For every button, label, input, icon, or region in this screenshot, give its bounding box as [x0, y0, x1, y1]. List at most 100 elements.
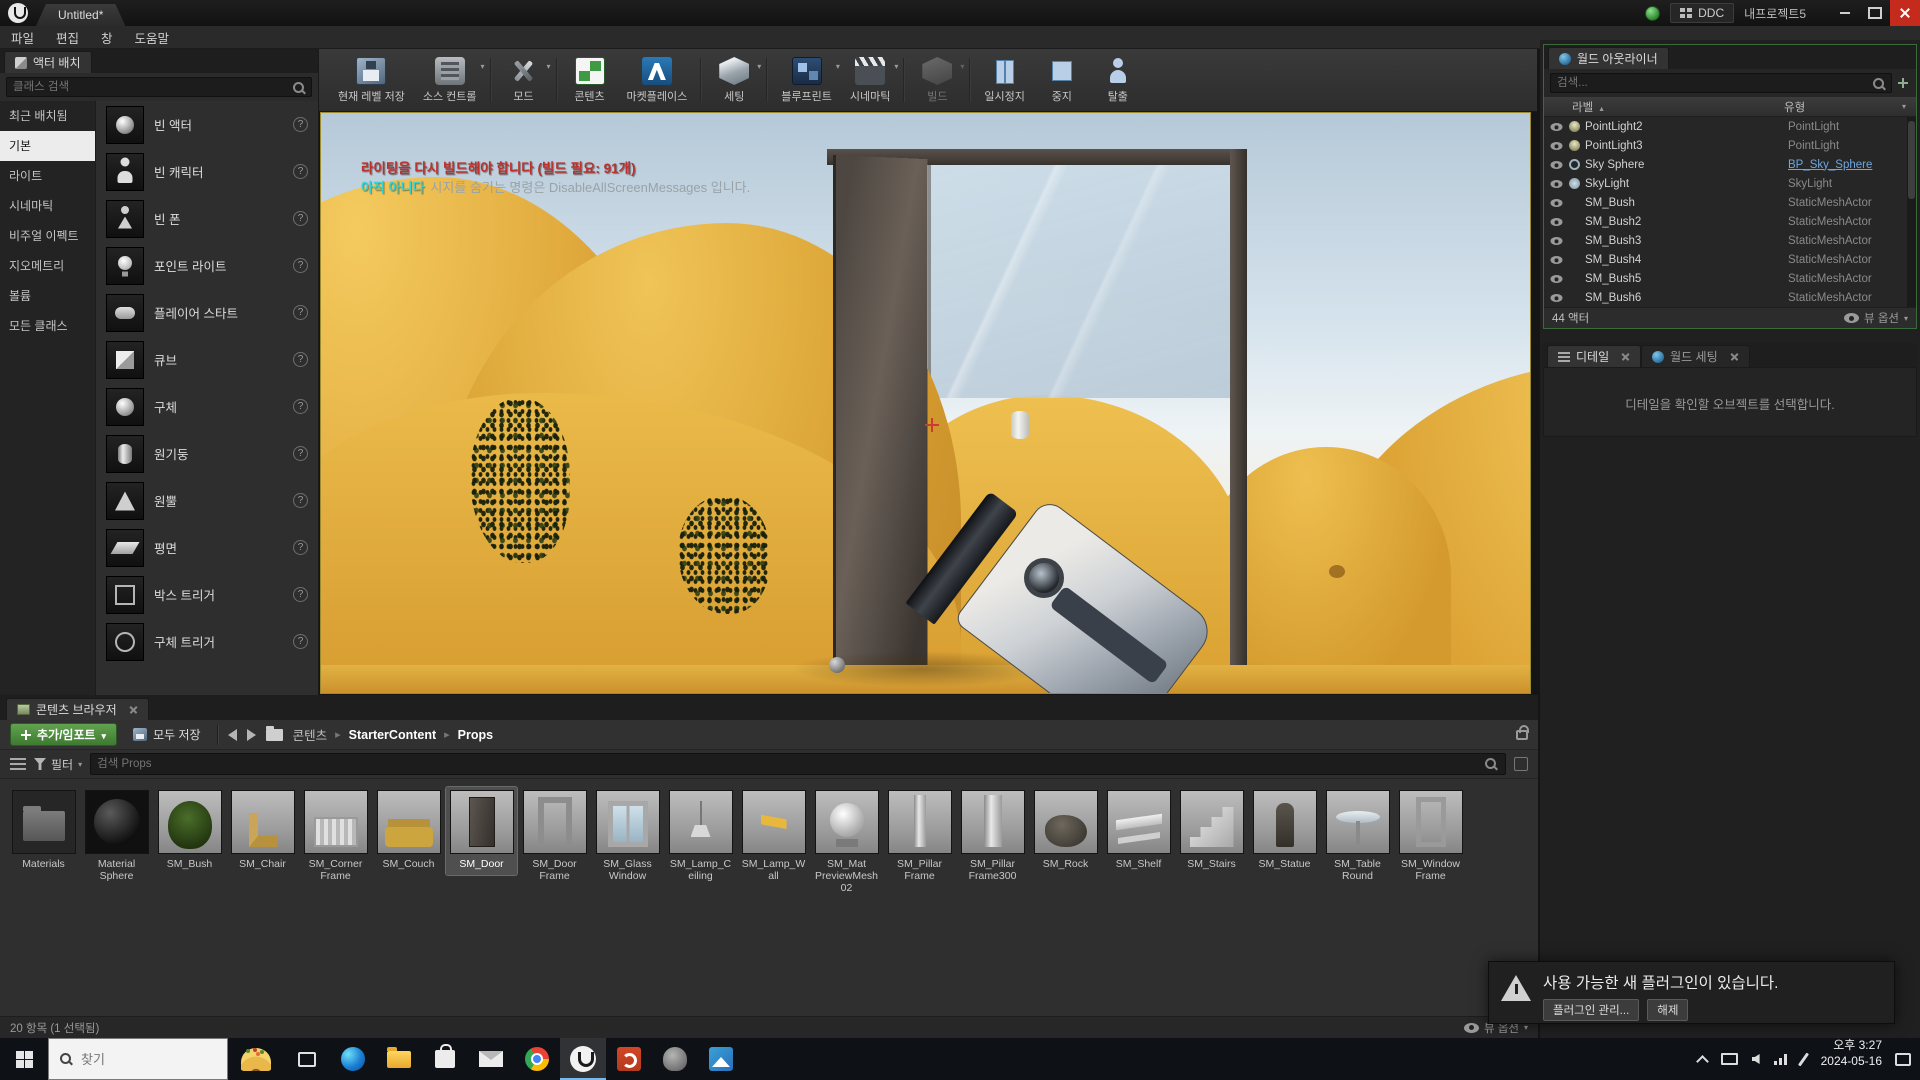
- place-category[interactable]: 라이트: [0, 161, 95, 191]
- visibility-eye-icon[interactable]: [1551, 142, 1563, 150]
- asset-tile[interactable]: SM_Statue: [1249, 787, 1320, 875]
- place-actor-item[interactable]: 박스 트리거: [96, 571, 318, 618]
- outliner-row[interactable]: SM_Bush6 StaticMeshActor: [1544, 288, 1906, 307]
- actor-type[interactable]: StaticMeshActor: [1788, 235, 1906, 247]
- help-icon[interactable]: [293, 493, 308, 508]
- place-category[interactable]: 시네마틱: [0, 191, 95, 221]
- place-actor-item[interactable]: 평면: [96, 524, 318, 571]
- class-search-input[interactable]: [6, 77, 312, 97]
- taskbar-app-button[interactable]: [514, 1038, 560, 1080]
- asset-tile[interactable]: Material Sphere: [81, 787, 152, 887]
- chevron-down-icon[interactable]: ▾: [480, 62, 484, 71]
- visibility-eye-icon[interactable]: [1551, 294, 1563, 302]
- visibility-eye-icon[interactable]: [1551, 218, 1563, 226]
- menu-item[interactable]: 편집: [45, 28, 90, 47]
- asset-tile[interactable]: SM_Door: [446, 787, 517, 875]
- actor-type[interactable]: SkyLight: [1788, 178, 1906, 190]
- help-icon[interactable]: [293, 164, 308, 179]
- place-category[interactable]: 모든 클래스: [0, 311, 95, 341]
- actor-type[interactable]: StaticMeshActor: [1788, 292, 1906, 304]
- forward-arrow-icon[interactable]: [247, 729, 256, 741]
- toolbar-button[interactable]: 마켓플레이스: [618, 54, 697, 106]
- chevron-down-icon[interactable]: ▾: [894, 62, 898, 71]
- outliner-row[interactable]: SM_Bush3 StaticMeshActor: [1544, 231, 1906, 250]
- toolbar-button[interactable]: [903, 58, 905, 102]
- place-actor-item[interactable]: 빈 캐릭터: [96, 148, 318, 195]
- folder-icon[interactable]: [266, 729, 283, 741]
- outliner-row[interactable]: PointLight2 PointLight: [1544, 117, 1906, 136]
- add-search-filter-icon[interactable]: [1896, 76, 1910, 90]
- help-icon[interactable]: [293, 305, 308, 320]
- menu-item[interactable]: 창: [90, 28, 124, 47]
- asset-tile[interactable]: SM_Table Round: [1322, 787, 1393, 887]
- help-icon[interactable]: [293, 352, 308, 367]
- toolbar-button[interactable]: [766, 58, 768, 102]
- asset-tile[interactable]: SM_Window Frame: [1395, 787, 1466, 887]
- actor-type[interactable]: PointLight: [1788, 121, 1906, 133]
- place-actor-item[interactable]: 큐브: [96, 336, 318, 383]
- notification-button[interactable]: 플러그인 관리...: [1543, 999, 1639, 1021]
- outliner-row[interactable]: SM_Bush2 StaticMeshActor: [1544, 212, 1906, 231]
- toolbar-button[interactable]: ▾ 빌드: [909, 54, 965, 106]
- toolbar-button[interactable]: ▾ 블루프린트: [772, 54, 841, 106]
- taskbar-app-button[interactable]: [376, 1038, 422, 1080]
- asset-tile[interactable]: SM_Couch: [373, 787, 444, 875]
- place-category[interactable]: 기본: [0, 131, 95, 161]
- tab-place-actors[interactable]: 액터 배치: [4, 51, 92, 73]
- taskbar-clock[interactable]: 오후 3:27 2024-05-16: [1821, 1038, 1882, 1080]
- pen-icon[interactable]: [1798, 1052, 1809, 1066]
- outliner-row[interactable]: SM_Bush StaticMeshActor: [1544, 193, 1906, 212]
- close-icon[interactable]: [129, 705, 138, 714]
- taskbar-app-button[interactable]: [698, 1038, 744, 1080]
- help-icon[interactable]: [293, 211, 308, 226]
- taskbar-app-button[interactable]: [330, 1038, 376, 1080]
- visibility-eye-icon[interactable]: [1551, 180, 1563, 188]
- place-category[interactable]: 지오메트리: [0, 251, 95, 281]
- close-icon[interactable]: [1621, 352, 1630, 361]
- taskbar-app-button[interactable]: [652, 1038, 698, 1080]
- taskbar-search-input[interactable]: [81, 1052, 201, 1067]
- place-category[interactable]: 최근 배치됨: [0, 101, 95, 131]
- column-type[interactable]: 유형: [1784, 99, 1902, 115]
- visibility-eye-icon[interactable]: [1551, 256, 1563, 264]
- toolbar-button[interactable]: ▾ 소스 컨트롤: [414, 54, 486, 106]
- status-indicator-icon[interactable]: [1645, 6, 1660, 21]
- place-actor-item[interactable]: 원기둥: [96, 430, 318, 477]
- monitor-icon[interactable]: [1721, 1053, 1738, 1065]
- toolbar-button[interactable]: 일시정지: [975, 54, 1033, 106]
- toolbar-button[interactable]: ▾ 세팅: [706, 54, 762, 106]
- tab-content-browser[interactable]: 콘텐츠 브라우저: [6, 698, 149, 720]
- breadcrumb-item[interactable]: 콘텐츠: [293, 725, 349, 744]
- menu-item[interactable]: 파일: [0, 28, 45, 47]
- asset-tile[interactable]: SM_Lamp_Ceiling: [665, 787, 736, 887]
- outliner-row[interactable]: SM_Bush5 StaticMeshActor: [1544, 269, 1906, 288]
- actor-type[interactable]: StaticMeshActor: [1788, 273, 1906, 285]
- asset-tile[interactable]: SM_Corner Frame: [300, 787, 371, 887]
- visibility-eye-icon[interactable]: [1551, 123, 1563, 131]
- asset-tile[interactable]: SM_Glass Window: [592, 787, 663, 887]
- taskbar-app-button[interactable]: [606, 1038, 652, 1080]
- toolbar-button[interactable]: 현재 레벨 저장: [329, 54, 414, 106]
- help-icon[interactable]: [293, 587, 308, 602]
- outliner-row[interactable]: Sky Sphere BP_Sky_Sphere: [1544, 155, 1906, 174]
- network-icon[interactable]: [1774, 1054, 1788, 1065]
- taskbar-app-button[interactable]: [422, 1038, 468, 1080]
- place-actor-item[interactable]: 원뿔: [96, 477, 318, 524]
- help-icon[interactable]: [293, 634, 308, 649]
- help-icon[interactable]: [293, 117, 308, 132]
- action-center-button[interactable]: [1886, 1038, 1920, 1080]
- visibility-eye-icon[interactable]: [1551, 199, 1563, 207]
- outliner-search-input[interactable]: [1550, 73, 1892, 93]
- toolbar-button[interactable]: ▾ 모드: [496, 54, 552, 106]
- filter-button[interactable]: 필터 ▾: [34, 756, 82, 773]
- toolbar-button[interactable]: ▾ 시네마틱: [841, 54, 899, 106]
- asset-tile[interactable]: SM_Chair: [227, 787, 298, 875]
- lock-icon[interactable]: [1516, 730, 1528, 740]
- help-icon[interactable]: [293, 446, 308, 461]
- actor-type[interactable]: StaticMeshActor: [1788, 254, 1906, 266]
- taskbar-app-button[interactable]: [284, 1038, 330, 1080]
- place-actor-item[interactable]: 플레이어 스타트: [96, 289, 318, 336]
- close-button[interactable]: [1890, 0, 1920, 26]
- taskbar-app-button[interactable]: [560, 1038, 606, 1080]
- place-actor-item[interactable]: 빈 액터: [96, 101, 318, 148]
